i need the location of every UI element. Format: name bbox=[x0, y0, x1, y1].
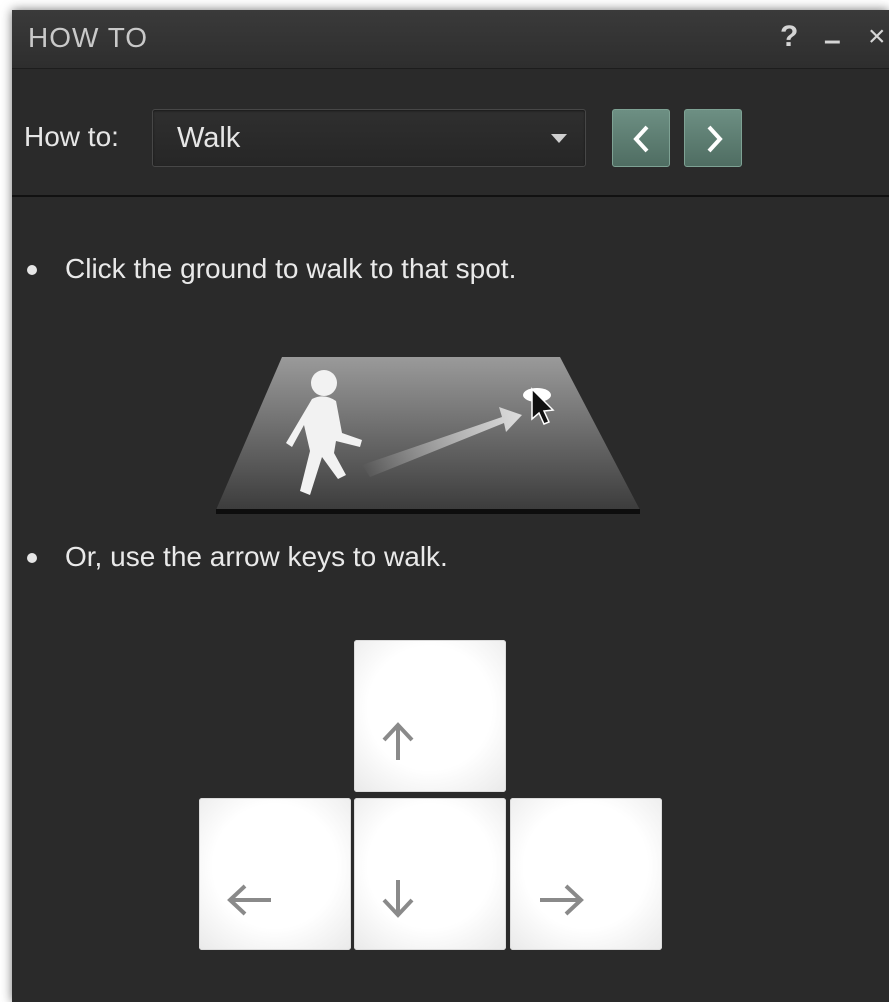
walk-illustration bbox=[216, 357, 640, 514]
how-to-toolbar: How to: Walk bbox=[12, 69, 889, 197]
bullet-text: Click the ground to walk to that spot. bbox=[65, 253, 517, 284]
arrow-down-icon bbox=[382, 880, 414, 918]
chevron-right-icon bbox=[707, 125, 723, 153]
arrow-up-icon bbox=[382, 722, 414, 760]
bullet-text: Or, use the arrow keys to walk. bbox=[65, 541, 448, 572]
arrow-keys-diagram bbox=[197, 640, 667, 955]
minimize-button[interactable]: – bbox=[824, 24, 841, 58]
how-to-label: How to: bbox=[24, 121, 119, 152]
up-arrow-key bbox=[354, 640, 506, 792]
bullet-dot bbox=[27, 265, 37, 275]
chevron-left-icon bbox=[633, 125, 649, 153]
next-topic-button[interactable] bbox=[684, 109, 742, 167]
how-to-window: HOW TO ? – × How to: Walk Click the grou… bbox=[12, 10, 889, 1002]
help-button[interactable]: ? bbox=[780, 20, 798, 54]
how-to-dropdown[interactable]: Walk bbox=[152, 109, 586, 167]
left-arrow-key bbox=[199, 798, 351, 950]
bullet-dot bbox=[27, 553, 37, 563]
how-to-selected-value: Walk bbox=[177, 122, 241, 154]
previous-topic-button[interactable] bbox=[612, 109, 670, 167]
close-button[interactable]: × bbox=[868, 20, 886, 54]
down-arrow-key bbox=[354, 798, 506, 950]
right-arrow-key bbox=[510, 798, 662, 950]
dropdown-caret-icon bbox=[551, 134, 567, 143]
title-bar[interactable]: HOW TO ? – × bbox=[12, 10, 889, 69]
arrow-right-icon bbox=[540, 884, 584, 916]
window-title: HOW TO bbox=[28, 22, 149, 53]
arrow-left-icon bbox=[227, 884, 271, 916]
